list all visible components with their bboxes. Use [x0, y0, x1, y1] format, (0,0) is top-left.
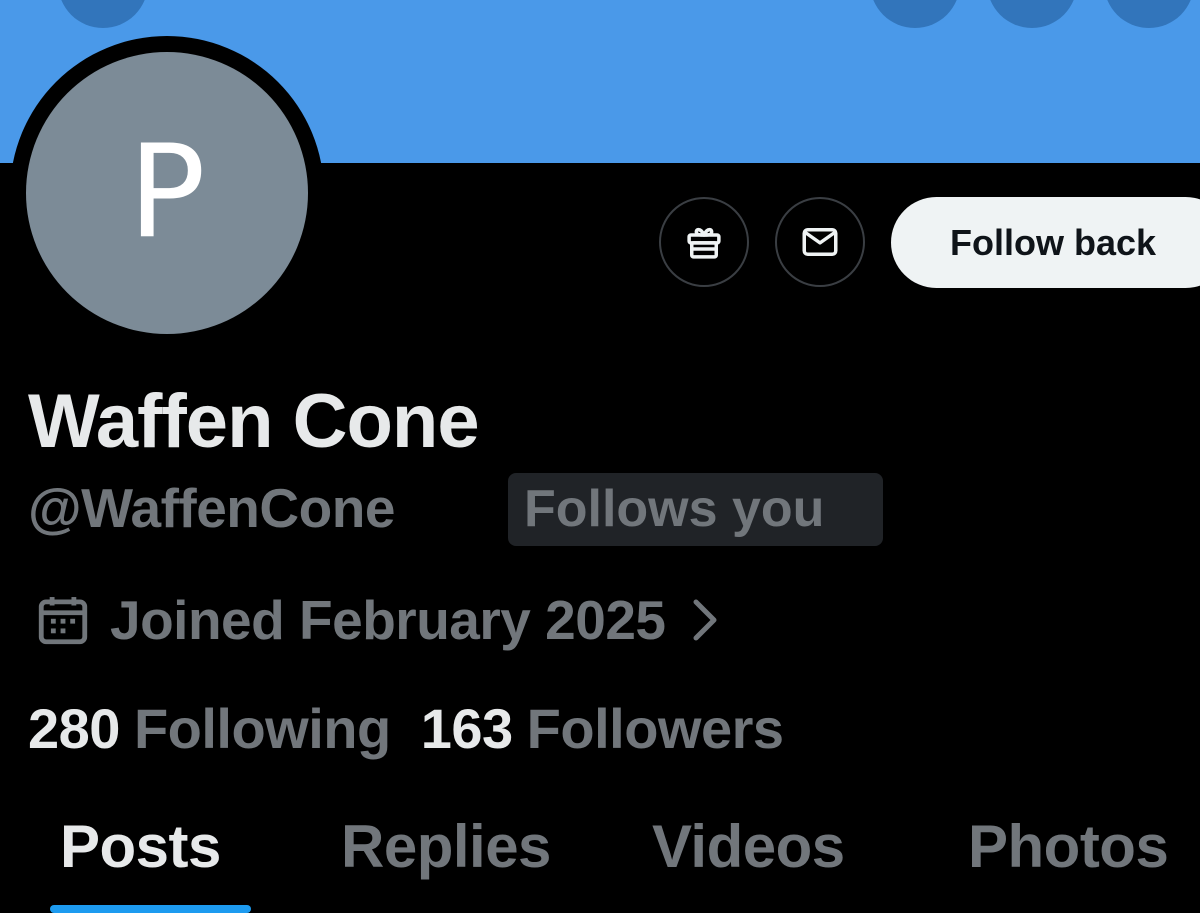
envelope-icon — [802, 228, 838, 256]
following-link[interactable]: 280 Following — [28, 696, 391, 761]
tab-replies[interactable]: Replies — [341, 812, 551, 881]
followers-count: 163 — [420, 697, 513, 760]
profile-page: P Follow back Waffen Cone @WaffenCone Fo… — [0, 0, 1200, 913]
tab-posts[interactable]: Posts — [60, 812, 221, 881]
followers-label: Followers — [526, 697, 784, 760]
search-button[interactable] — [987, 0, 1077, 28]
tab-videos[interactable]: Videos — [652, 812, 845, 881]
follows-you-badge: Follows you — [508, 473, 883, 546]
calendar-icon — [38, 597, 88, 645]
tab-photos[interactable]: Photos — [968, 812, 1169, 881]
back-button[interactable] — [58, 0, 148, 28]
followers-link[interactable]: 163 Followers — [421, 696, 784, 761]
avatar[interactable]: P — [26, 52, 308, 334]
follow-stats: 280 Following 163 Followers — [28, 696, 784, 761]
more-button[interactable] — [1104, 0, 1194, 28]
user-handle: @WaffenCone — [28, 477, 395, 539]
profile-tabs: Posts Replies Videos Photos — [0, 812, 1200, 913]
following-label: Following — [133, 697, 391, 760]
display-name: Waffen Cone — [28, 379, 480, 464]
following-count: 280 — [28, 697, 120, 760]
subscribe-gift-button[interactable] — [659, 197, 749, 287]
joined-date-row[interactable]: Joined February 2025 — [34, 588, 720, 652]
message-button[interactable] — [775, 197, 865, 287]
gift-icon — [687, 227, 721, 259]
chevron-right-icon — [693, 599, 717, 641]
grok-button[interactable] — [870, 0, 960, 28]
active-tab-indicator — [50, 905, 251, 913]
follow-back-button[interactable]: Follow back — [891, 197, 1200, 288]
joined-date: Joined February 2025 — [110, 589, 666, 651]
